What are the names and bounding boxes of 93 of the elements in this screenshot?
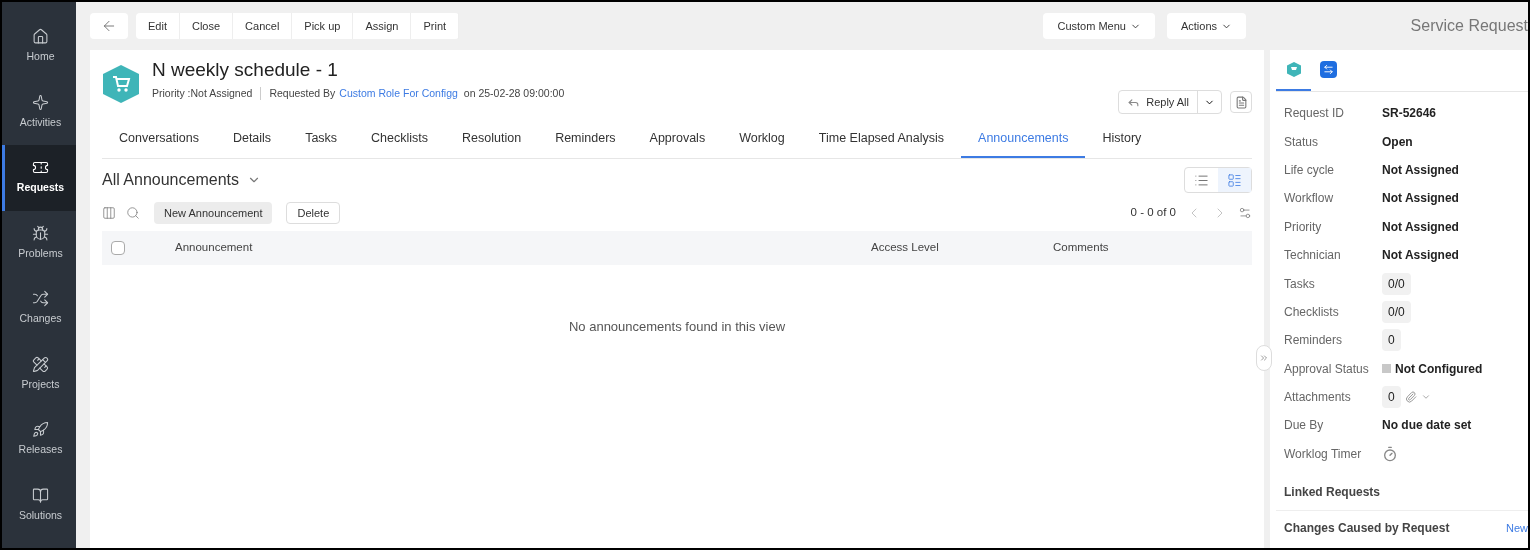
pencil-ruler-icon [32,355,49,373]
toolbar-button[interactable]: Edit [136,13,180,39]
menu-button[interactable]: Custom Menu [1043,13,1155,39]
tab[interactable]: Conversations [102,120,216,158]
priority-text: Priority :Not Assigned [152,86,253,101]
notes-button[interactable] [1230,91,1252,113]
field-label: Tasks [1284,275,1316,293]
search-icon[interactable] [126,206,140,220]
field-value: SR-52646 [1382,105,1437,123]
add-column-icon[interactable] [102,206,116,220]
book-icon [32,486,49,504]
tab[interactable]: Reminders [538,120,633,158]
sidebar-item[interactable]: Activities [2,79,76,145]
section-title: Linked Requests [1283,484,1382,502]
sidebar-item[interactable]: Changes [2,276,76,342]
double-chevron-icon [1259,353,1269,363]
sidebar-item[interactable]: Requests [2,145,76,211]
field-label: Approval Status [1284,360,1370,378]
new-announcement-button[interactable]: New Announcement [154,202,273,224]
field-label: Life cycle [1284,161,1336,179]
paperclip-icon[interactable] [1404,391,1417,404]
tab[interactable]: Time Elapsed Analysis [801,120,962,158]
field-value: No due date set [1382,417,1472,435]
tab[interactable]: History [1085,120,1159,158]
document-icon [1234,95,1248,109]
field-label: Request ID [1284,105,1346,123]
field-value: Not Assigned [1382,161,1459,179]
field-label: Checklists [1284,303,1340,321]
count-badge: 0/0 [1382,272,1411,295]
tab[interactable]: Details [215,120,289,158]
pagination-text: 0 - 0 of 0 [1130,205,1176,221]
expand-panel-handle[interactable] [1256,345,1272,371]
column-header: Announcement [175,240,254,256]
toolbar-button[interactable]: Assign [353,13,412,39]
request-date: on 25-02-28 09:00:00 [463,86,565,101]
toolbar-button[interactable]: Pick up [292,13,354,39]
requested-by-text: Requested By [269,86,336,101]
detail-list-icon [1227,172,1242,188]
cart-hexagon-icon [1286,62,1301,77]
field-label: Workflow [1284,190,1335,208]
tab[interactable]: Checklists [354,120,446,158]
timer-icon[interactable] [1382,445,1398,462]
sidebar-item[interactable]: Releases [2,407,76,473]
request-title: N weekly schedule - 1 [152,58,339,82]
field-label: Technician [1284,247,1342,265]
field-value: Not Assigned [1382,190,1459,208]
field-value: Open [1382,133,1413,151]
bug-icon [32,224,49,242]
sidebar-item[interactable]: Projects [2,341,76,407]
menu-button[interactable]: Actions [1166,13,1246,39]
column-settings-icon[interactable] [1238,206,1252,220]
home-icon [32,28,49,46]
new-link[interactable]: New [1506,519,1528,537]
tab[interactable]: Tasks [288,120,355,158]
tab[interactable]: Resolution [445,120,539,158]
tab[interactable]: Approvals [632,120,723,158]
cart-hexagon-icon [102,64,140,104]
sparkle-icon [32,93,49,111]
section-title: Changes Caused by Request [1284,520,1450,538]
count-badge: 0 [1382,386,1401,409]
toolbar-button[interactable]: Print [411,13,460,39]
count-badge: 0/0 [1382,300,1411,323]
view-mode-button[interactable] [1218,168,1251,192]
sidebar-item[interactable]: Problems [2,210,76,276]
select-all-checkbox[interactable] [111,241,125,255]
rocket-icon [32,421,49,439]
empty-message: No announcements found in this view [568,318,786,336]
field-value: Not Assigned [1382,218,1459,236]
tab[interactable]: Worklog [722,120,802,158]
field-label: Due By [1284,417,1325,435]
field-value: Not Configured [1395,360,1483,378]
list-icon [1194,172,1209,188]
count-badge: 0 [1382,329,1401,352]
field-label: Worklog Timer [1284,445,1363,463]
requester-link[interactable]: Custom Role For Configg [339,86,458,102]
panel-title: Service Request [1409,16,1528,36]
field-value: Not Assigned [1382,247,1459,265]
view-selector[interactable]: All Announcements [102,168,261,192]
column-header: Comments [1053,240,1109,256]
remote-icon [1320,61,1337,78]
column-header: Access Level [871,240,940,256]
field-label: Status [1284,133,1320,151]
field-label: Attachments [1284,389,1352,407]
tab[interactable]: Announcements [961,120,1086,158]
shuffle-icon [32,290,49,308]
field-label: Priority [1284,218,1323,236]
field-label: Reminders [1284,332,1344,350]
toolbar-button[interactable]: Cancel [233,13,293,39]
sidebar-item[interactable]: Home [2,14,76,80]
toolbar-button[interactable]: Close [179,13,234,39]
delete-button[interactable]: Delete [286,202,341,224]
back-button[interactable] [90,13,128,39]
sidebar-item[interactable]: Solutions [2,472,76,538]
